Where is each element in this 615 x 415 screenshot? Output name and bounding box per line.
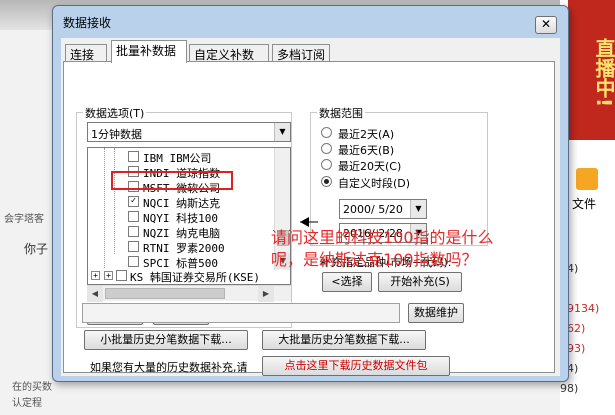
tab-batch-supplement[interactable]: 批量补数据 (111, 40, 187, 63)
annotation-text: 请问这里的科技100指的是什么呢，是纳斯达克100指数吗？ (271, 228, 494, 269)
annotation-arrow-icon (300, 217, 318, 227)
